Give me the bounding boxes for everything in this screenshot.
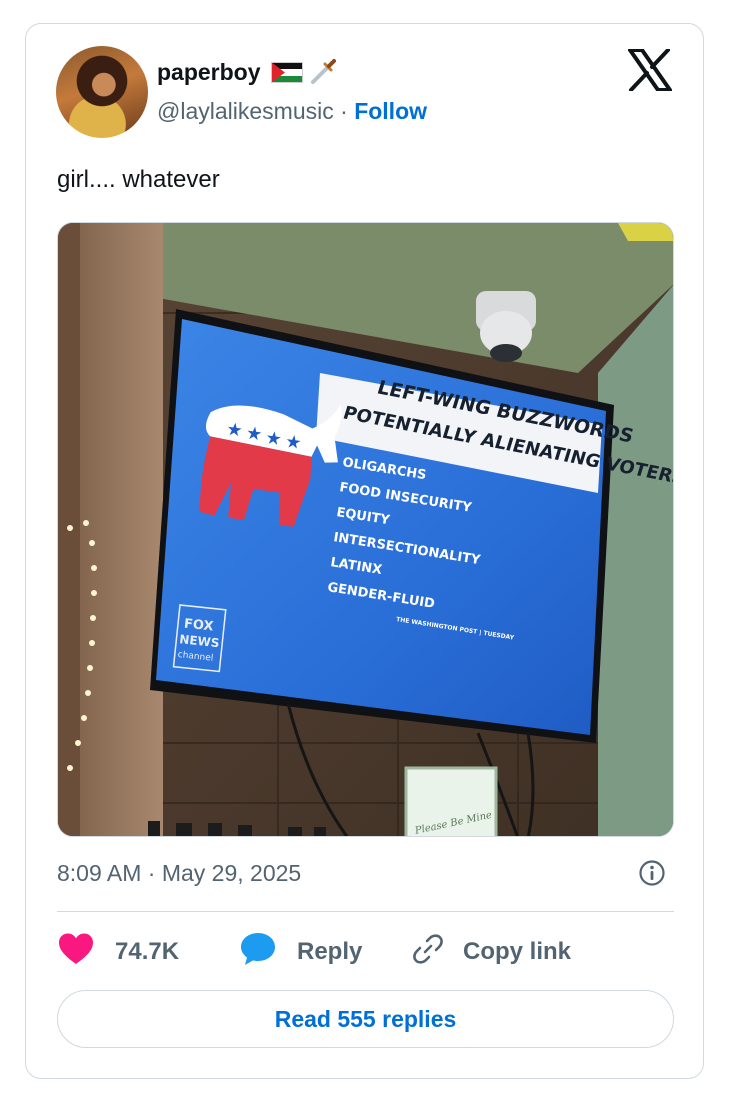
divider bbox=[57, 911, 674, 912]
dagger-icon bbox=[309, 58, 337, 86]
copy-link-button[interactable]: Copy link bbox=[411, 930, 571, 974]
reply-label: Reply bbox=[297, 938, 363, 965]
display-name[interactable]: paperboy bbox=[157, 59, 261, 86]
x-logo-icon[interactable] bbox=[628, 48, 672, 92]
tweet-timestamp[interactable]: 8:09 AM · May 29, 2025 bbox=[57, 860, 301, 887]
like-count: 74.7K bbox=[115, 938, 180, 965]
display-name-row[interactable]: paperboy bbox=[157, 58, 337, 86]
star-icon: ★ bbox=[264, 427, 283, 450]
palestine-flag-icon bbox=[270, 61, 303, 83]
heart-icon bbox=[57, 932, 95, 973]
tweet-actions: 74.7K Reply Copy link bbox=[57, 930, 674, 974]
read-replies-button[interactable]: Read 555 replies bbox=[57, 990, 674, 1048]
tweet-text: girl.... whatever bbox=[57, 166, 220, 193]
info-icon[interactable] bbox=[637, 858, 667, 888]
star-icon: ★ bbox=[284, 431, 303, 454]
handle-row: @laylalikesmusic · Follow bbox=[157, 98, 427, 125]
fox-logo-line1: FOX bbox=[183, 617, 214, 635]
star-icon: ★ bbox=[245, 422, 264, 445]
link-icon bbox=[411, 932, 445, 973]
separator: · bbox=[340, 98, 348, 124]
copy-link-label: Copy link bbox=[463, 938, 572, 965]
avatar[interactable] bbox=[56, 46, 148, 138]
tweet-photo[interactable]: LEFT-WING BUZZWORDS POTENTIALLY ALIENATI… bbox=[57, 222, 674, 837]
reply-bubble-icon bbox=[239, 930, 277, 975]
follow-button[interactable]: Follow bbox=[354, 98, 427, 124]
like-button[interactable]: 74.7K bbox=[57, 930, 179, 974]
reply-button[interactable]: Reply bbox=[239, 930, 362, 974]
star-icon: ★ bbox=[225, 419, 244, 442]
handle[interactable]: @laylalikesmusic bbox=[157, 98, 334, 124]
read-replies-label: Read 555 replies bbox=[274, 1005, 457, 1032]
